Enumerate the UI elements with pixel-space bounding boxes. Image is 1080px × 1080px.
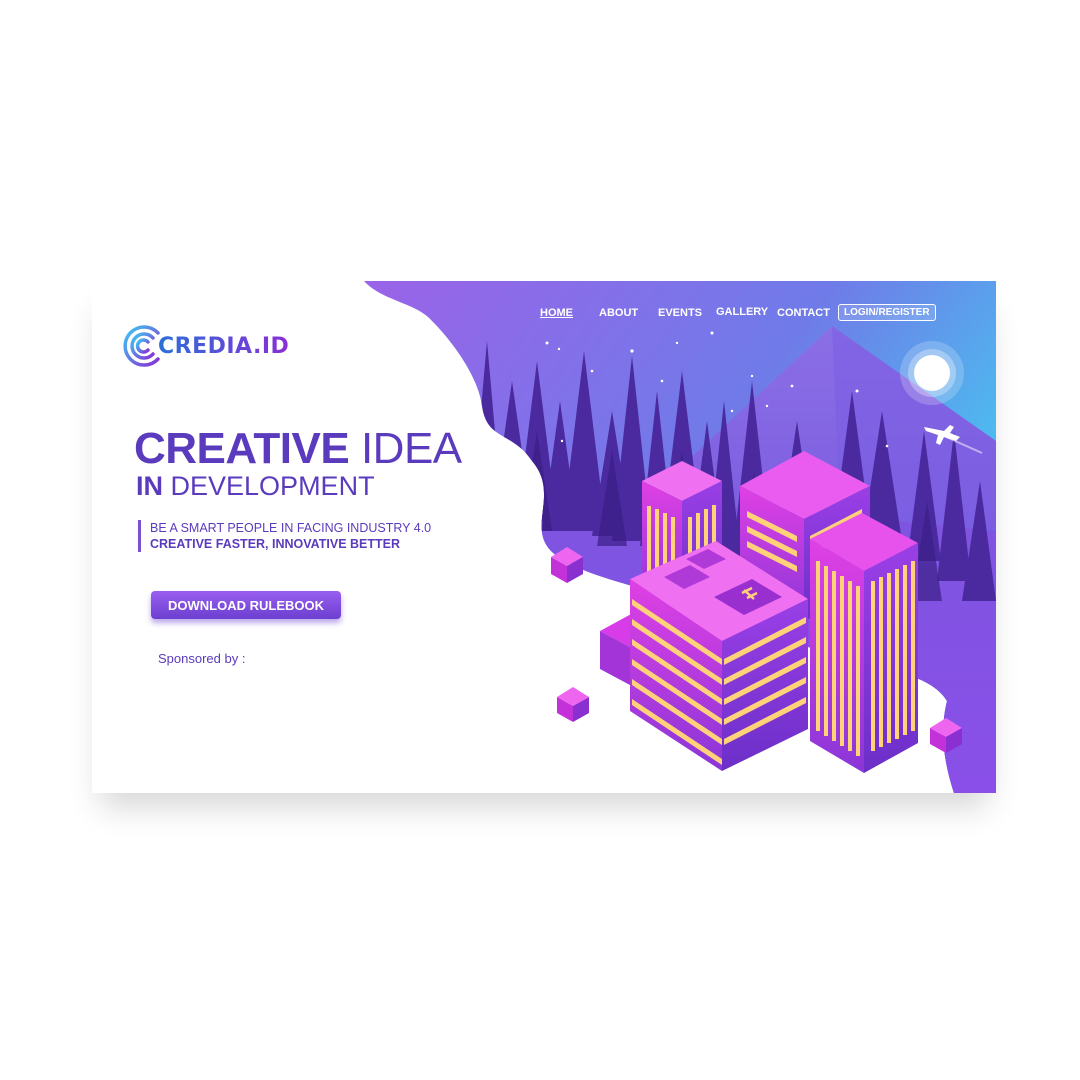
sponsor-label: Sponsored by : xyxy=(158,651,246,666)
landing-page-card: CREDIA.ID HOME ABOUT EVENTS GALLERY CONT… xyxy=(92,281,996,793)
tagline-line-2: CREATIVE FASTER, INNOVATIVE BETTER xyxy=(150,537,401,551)
brand-logo[interactable]: CREDIA.ID xyxy=(120,321,289,371)
nav-item-gallery[interactable]: GALLERY xyxy=(716,306,768,318)
hero-subtitle: IN DEVELOPMENT xyxy=(136,471,375,502)
login-register-button[interactable]: LOGIN/REGISTER xyxy=(838,304,936,321)
moon-icon xyxy=(900,341,964,405)
hero-title-bold: CREATIVE xyxy=(134,424,350,473)
hero-title: CREATIVE IDEA xyxy=(134,424,462,474)
hero-subtitle-bold: IN xyxy=(136,471,163,501)
brand-name: CREDIA.ID xyxy=(158,333,290,359)
nav-item-events[interactable]: EVENTS xyxy=(658,307,702,319)
hero-subtitle-light: DEVELOPMENT xyxy=(170,471,375,501)
building-icon xyxy=(810,513,918,773)
top-navigation: HOME ABOUT EVENTS GALLERY CONTACT LOGIN/… xyxy=(532,304,996,324)
nav-item-contact[interactable]: CONTACT xyxy=(777,307,830,319)
nav-item-about[interactable]: ABOUT xyxy=(599,307,638,319)
download-rulebook-button[interactable]: DOWNLOAD RULEBOOK xyxy=(151,591,341,619)
hero-title-light: IDEA xyxy=(360,424,462,473)
tagline-line-1: BE A SMART PEOPLE IN FACING INDUSTRY 4.0 xyxy=(150,521,432,535)
nav-item-home[interactable]: HOME xyxy=(540,307,573,319)
cube-icon xyxy=(557,687,589,722)
tagline-block: BE A SMART PEOPLE IN FACING INDUSTRY 4.0… xyxy=(138,520,431,552)
